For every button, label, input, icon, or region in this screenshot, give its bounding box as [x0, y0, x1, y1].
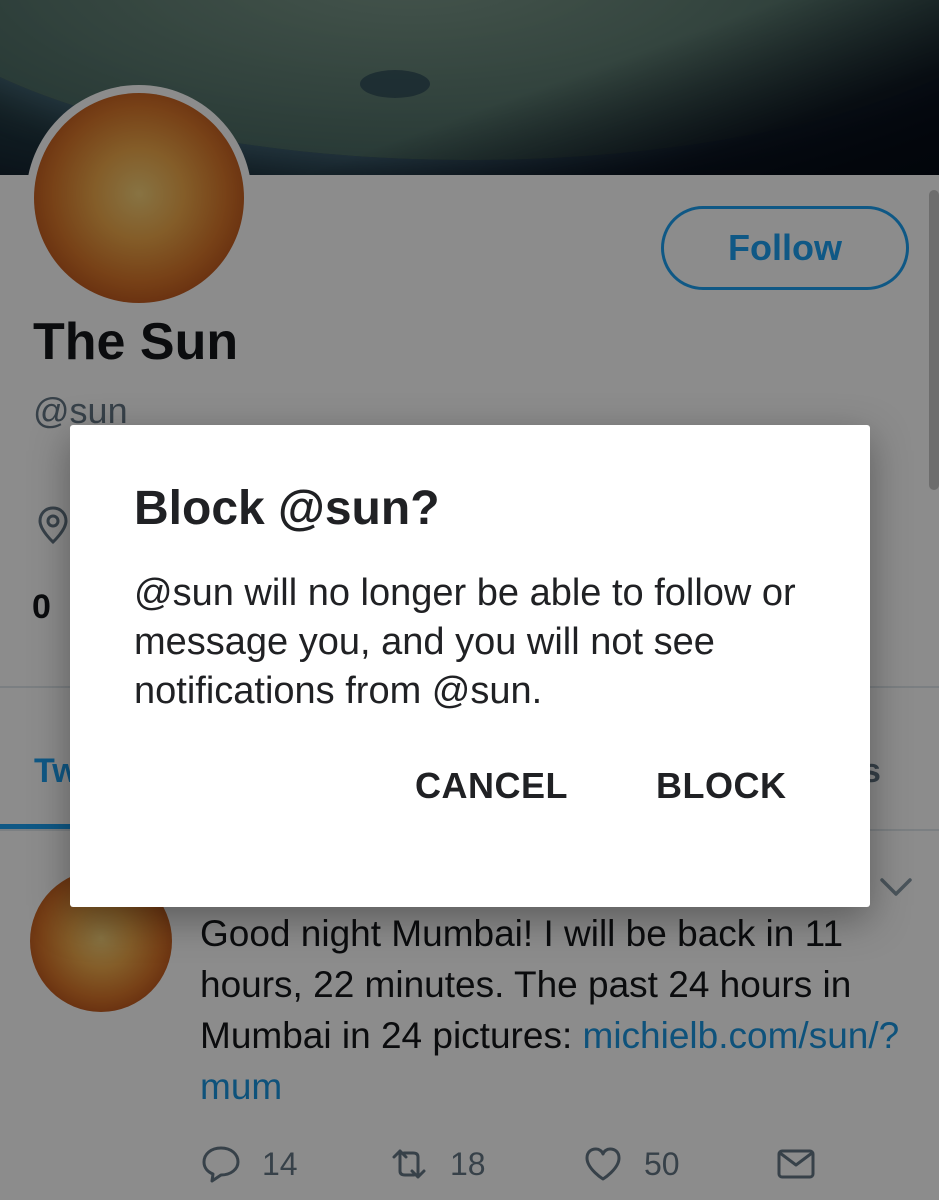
block-dialog: Block @sun? @sun will no longer be able … — [70, 425, 870, 907]
profile-screen: Follow The Sun @sun 0 Tw s Good night Mu… — [0, 0, 939, 1200]
dialog-message: @sun will no longer be able to follow or… — [134, 572, 796, 712]
block-button[interactable]: BLOCK — [656, 765, 787, 807]
cancel-button[interactable]: CANCEL — [415, 765, 568, 807]
dialog-title: Block @sun? — [134, 482, 440, 535]
